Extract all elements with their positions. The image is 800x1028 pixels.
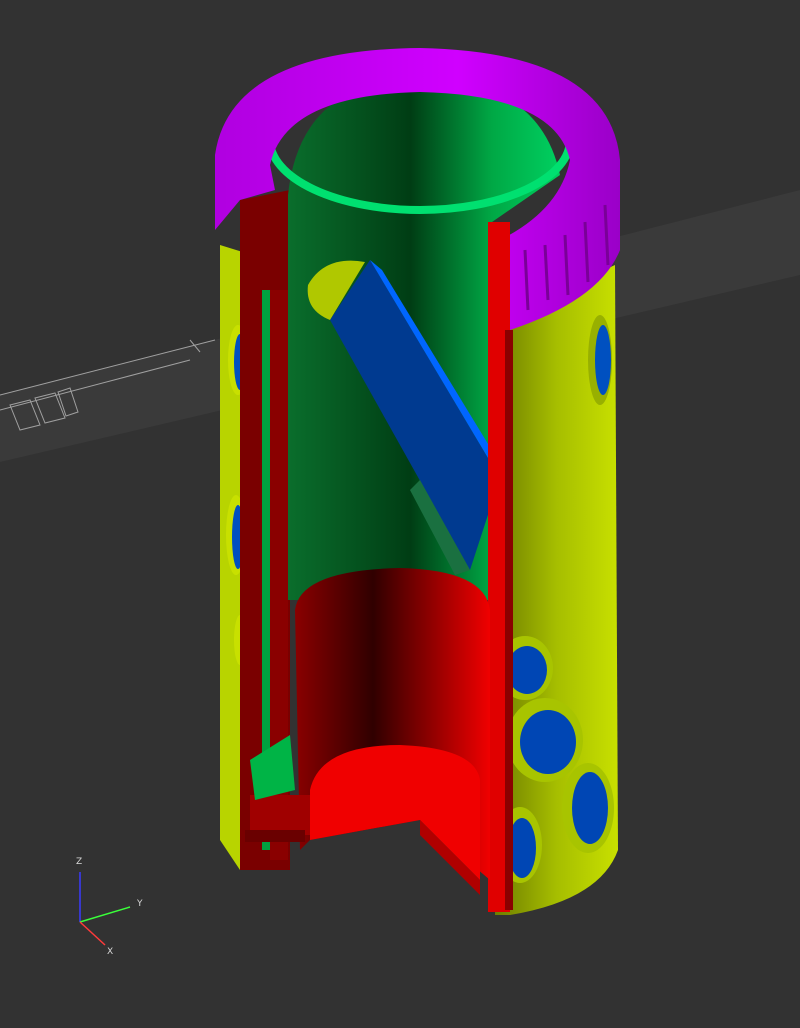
- 3d-viewport[interactable]: Z Y X: [0, 0, 800, 1024]
- x-axis-line: [79, 921, 106, 946]
- axis-label-y: Y: [137, 899, 143, 909]
- y-axis-line: [79, 906, 131, 923]
- axis-label-x: X: [107, 947, 114, 957]
- axis-gizmo: [79, 872, 131, 946]
- axis-label-z: Z: [76, 857, 83, 867]
